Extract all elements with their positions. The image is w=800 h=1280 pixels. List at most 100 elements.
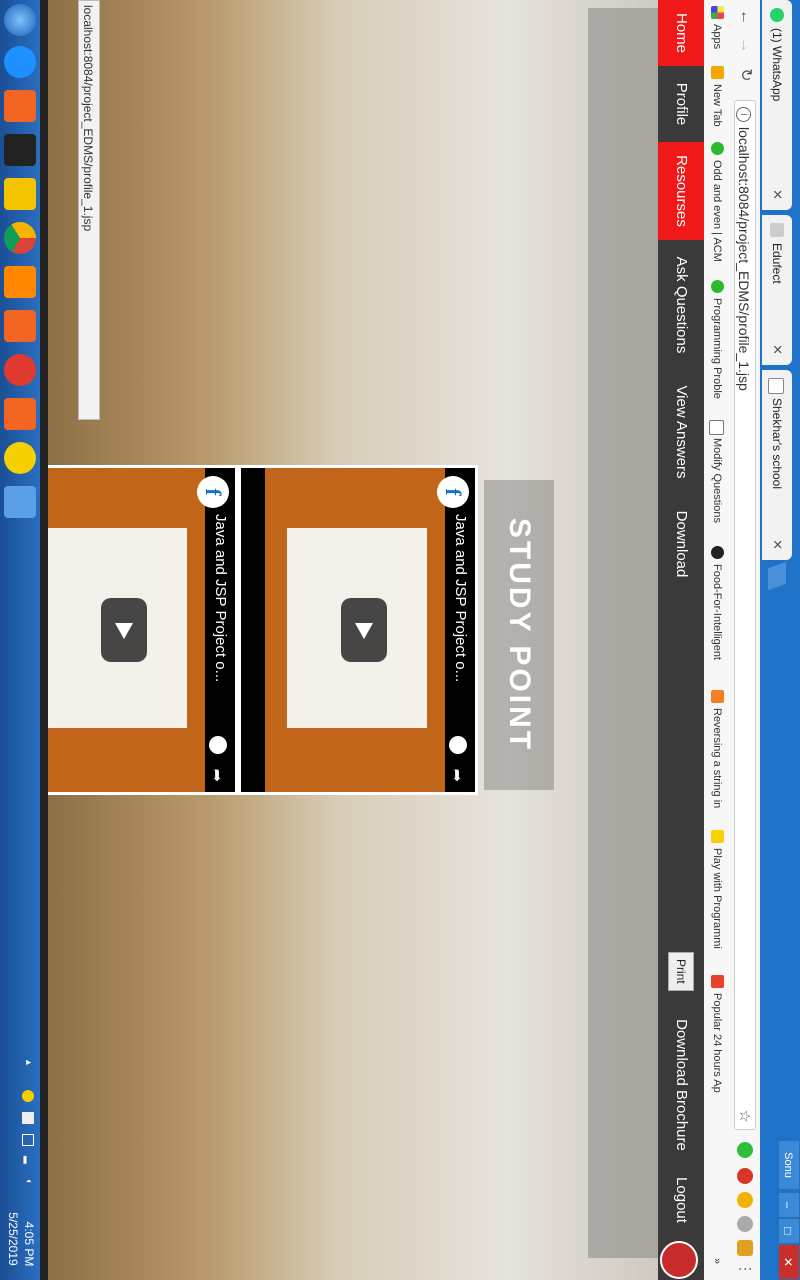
- close-tab-icon[interactable]: ✕: [762, 344, 792, 355]
- app-icon[interactable]: [4, 486, 36, 518]
- close-window-button[interactable]: ✕: [778, 1244, 800, 1280]
- tab-label: Shekhar's school: [770, 398, 784, 490]
- bookmarks-bar: Apps New Tab Odd and even | ACM Programm…: [703, 0, 730, 1280]
- page-title: STUDY POINT: [484, 480, 554, 790]
- vlc-icon[interactable]: [4, 266, 36, 298]
- app-icon[interactable]: [4, 442, 36, 474]
- share-icon[interactable]: ➦: [447, 769, 467, 782]
- stackoverflow-icon: [711, 690, 724, 703]
- bookmark-new-tab[interactable]: New Tab: [709, 66, 725, 127]
- chrome-icon[interactable]: [4, 222, 36, 254]
- site-logo: [660, 1241, 698, 1279]
- extension-icon[interactable]: [737, 1192, 753, 1208]
- github-icon: [711, 546, 724, 559]
- nav-view-answers[interactable]: View Answers: [658, 370, 704, 494]
- flag-icon[interactable]: [22, 1112, 34, 1124]
- tray-expand-icon[interactable]: ▴: [22, 1060, 34, 1072]
- maximize-button[interactable]: □: [778, 1218, 800, 1244]
- whatsapp-icon: [770, 8, 784, 22]
- status-url-tooltip: localhost:8084/project_EDMS/profile_1.js…: [78, 0, 100, 420]
- document-icon: [768, 378, 784, 394]
- menu-icon[interactable]: ⋮: [737, 1262, 754, 1276]
- extension-icon[interactable]: [737, 1216, 753, 1232]
- tab-label: Edufect: [770, 243, 784, 284]
- address-bar[interactable]: i localhost:8084/project_EDMS/profile_1.…: [734, 100, 756, 1130]
- tab-shekhars-school[interactable]: Shekhar's school ✕: [762, 370, 792, 560]
- minimize-button[interactable]: –: [778, 1192, 800, 1218]
- app-icon[interactable]: [4, 134, 36, 166]
- bookmark-reversing-string[interactable]: Reversing a string in: [709, 690, 725, 808]
- info-icon[interactable]: i: [736, 107, 751, 122]
- video-title[interactable]: Java and JSP Project o...: [452, 514, 469, 682]
- bookmark-icon: [711, 142, 724, 155]
- nav-download-brochure[interactable]: Download Brochure: [658, 1010, 704, 1160]
- more-bookmarks-button[interactable]: »: [709, 1258, 725, 1264]
- apps-grid-icon: [711, 6, 724, 19]
- bookmark-programming-problems[interactable]: Programming Proble: [709, 280, 725, 399]
- profile-button[interactable]: Sonu: [778, 1140, 800, 1190]
- tab-whatsapp[interactable]: (1) WhatsApp ✕: [762, 0, 792, 210]
- network-icon[interactable]: ▂: [22, 1156, 34, 1168]
- app-icon[interactable]: [4, 354, 36, 386]
- bookmark-icon: [711, 830, 724, 843]
- channel-logo-icon: f: [197, 476, 229, 508]
- start-button[interactable]: [4, 4, 36, 36]
- browser-toolbar: ← → ↻ i localhost:8084/project_EDMS/prof…: [730, 0, 760, 1280]
- extension-icon[interactable]: [737, 1168, 753, 1184]
- volume-icon[interactable]: ◖: [22, 1178, 34, 1190]
- video-embed-2[interactable]: f Java and JSP Project o... ➦: [40, 465, 238, 795]
- nav-logout[interactable]: Logout: [658, 1164, 704, 1236]
- share-icon[interactable]: ➦: [207, 769, 227, 782]
- channel-logo-icon: f: [437, 476, 469, 508]
- bookmark-icon: [711, 280, 724, 293]
- file-explorer-icon[interactable]: [4, 178, 36, 210]
- page-icon: [770, 223, 784, 237]
- play-button[interactable]: [341, 598, 387, 662]
- nav-ask-questions[interactable]: Ask Questions: [658, 240, 704, 370]
- nav-resourses[interactable]: Resourses: [658, 142, 704, 240]
- bookmark-apps[interactable]: Apps: [709, 6, 725, 49]
- browser-tab-strip: (1) WhatsApp ✕ Edufect ✕ Shekhar's schoo…: [760, 0, 800, 1280]
- app-icon[interactable]: [4, 90, 36, 122]
- watch-later-icon[interactable]: [449, 736, 467, 754]
- video-embed-1[interactable]: f Java and JSP Project o... ➦: [238, 465, 478, 795]
- tab-edufect[interactable]: Edufect ✕: [762, 215, 792, 365]
- bookmark-odd-even[interactable]: Odd and even | ACM: [709, 142, 725, 262]
- bookmark-icon: [711, 66, 724, 79]
- extension-icon[interactable]: [737, 1142, 753, 1158]
- nav-profile[interactable]: Profile: [658, 66, 704, 142]
- page-content: Home Profile Resourses Ask Questions Vie…: [40, 0, 704, 1280]
- close-x-icon: [711, 975, 724, 988]
- back-arrow-icon[interactable]: ←: [734, 6, 756, 28]
- print-button[interactable]: Print: [668, 952, 694, 991]
- tray-app-icon[interactable]: [22, 1090, 34, 1102]
- bookmark-food-for-intelligent[interactable]: Food-For-Intelligent: [709, 546, 725, 660]
- reload-icon[interactable]: ↻: [734, 64, 756, 86]
- forward-arrow-icon[interactable]: →: [734, 34, 756, 56]
- close-tab-icon[interactable]: ✕: [762, 189, 792, 200]
- page-bottom-edge: [40, 0, 48, 1280]
- url-text: localhost:8084/project_EDMS/profile_1.js…: [736, 127, 752, 391]
- site-navbar: Home Profile Resourses Ask Questions Vie…: [658, 0, 704, 1280]
- extension-icon[interactable]: [737, 1240, 753, 1256]
- app-icon[interactable]: [4, 398, 36, 430]
- watch-later-icon[interactable]: [209, 736, 227, 754]
- nav-download[interactable]: Download: [658, 494, 704, 594]
- new-tab-button[interactable]: [768, 561, 786, 591]
- video-title[interactable]: Java and JSP Project o...: [212, 514, 229, 682]
- star-icon[interactable]: ☆: [733, 1110, 755, 1123]
- clock-date[interactable]: 5/25/2019: [6, 1204, 20, 1274]
- header-overlay: [588, 8, 658, 1258]
- play-button[interactable]: [101, 598, 147, 662]
- close-tab-icon[interactable]: ✕: [762, 539, 792, 550]
- tab-label: (1) WhatsApp: [770, 28, 784, 102]
- clock-time[interactable]: 4:05 PM: [22, 1214, 36, 1274]
- bookmark-play-with-programming[interactable]: Play with Programmi: [709, 830, 725, 949]
- internet-explorer-icon[interactable]: [4, 46, 36, 78]
- bookmark-modify-questions[interactable]: Modify Questions: [709, 420, 725, 523]
- nav-home[interactable]: Home: [658, 0, 704, 66]
- bookmark-popular-24-hours[interactable]: Popular 24 hours Ap: [709, 975, 725, 1093]
- battery-icon[interactable]: [22, 1134, 34, 1146]
- windows-taskbar: ▴ ▂ ◖ 4:05 PM 5/25/2019: [0, 0, 40, 1280]
- xampp-icon[interactable]: [4, 310, 36, 342]
